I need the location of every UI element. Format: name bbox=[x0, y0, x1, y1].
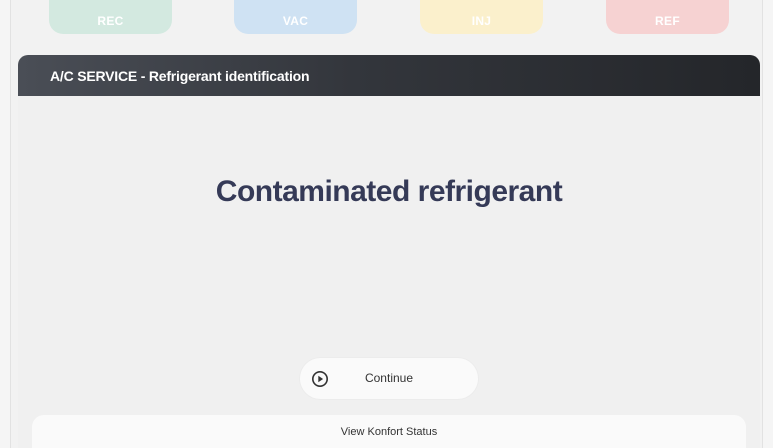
view-status-button[interactable]: View Konfort Status bbox=[32, 415, 746, 448]
tab-ref[interactable]: REF bbox=[606, 0, 729, 34]
continue-button[interactable]: Continue bbox=[300, 358, 478, 399]
tab-vac[interactable]: VAC bbox=[234, 0, 357, 34]
status-message: Contaminated refrigerant bbox=[215, 175, 563, 208]
continue-label: Continue bbox=[364, 371, 414, 385]
tab-rec[interactable]: REC bbox=[49, 0, 172, 34]
tab-inj[interactable]: INJ bbox=[420, 0, 543, 34]
service-panel: A/C SERVICE - Refrigerant identification… bbox=[18, 55, 760, 448]
view-status-label: View Konfort Status bbox=[340, 426, 438, 438]
panel-title: A/C SERVICE - Refrigerant identification bbox=[18, 55, 760, 96]
